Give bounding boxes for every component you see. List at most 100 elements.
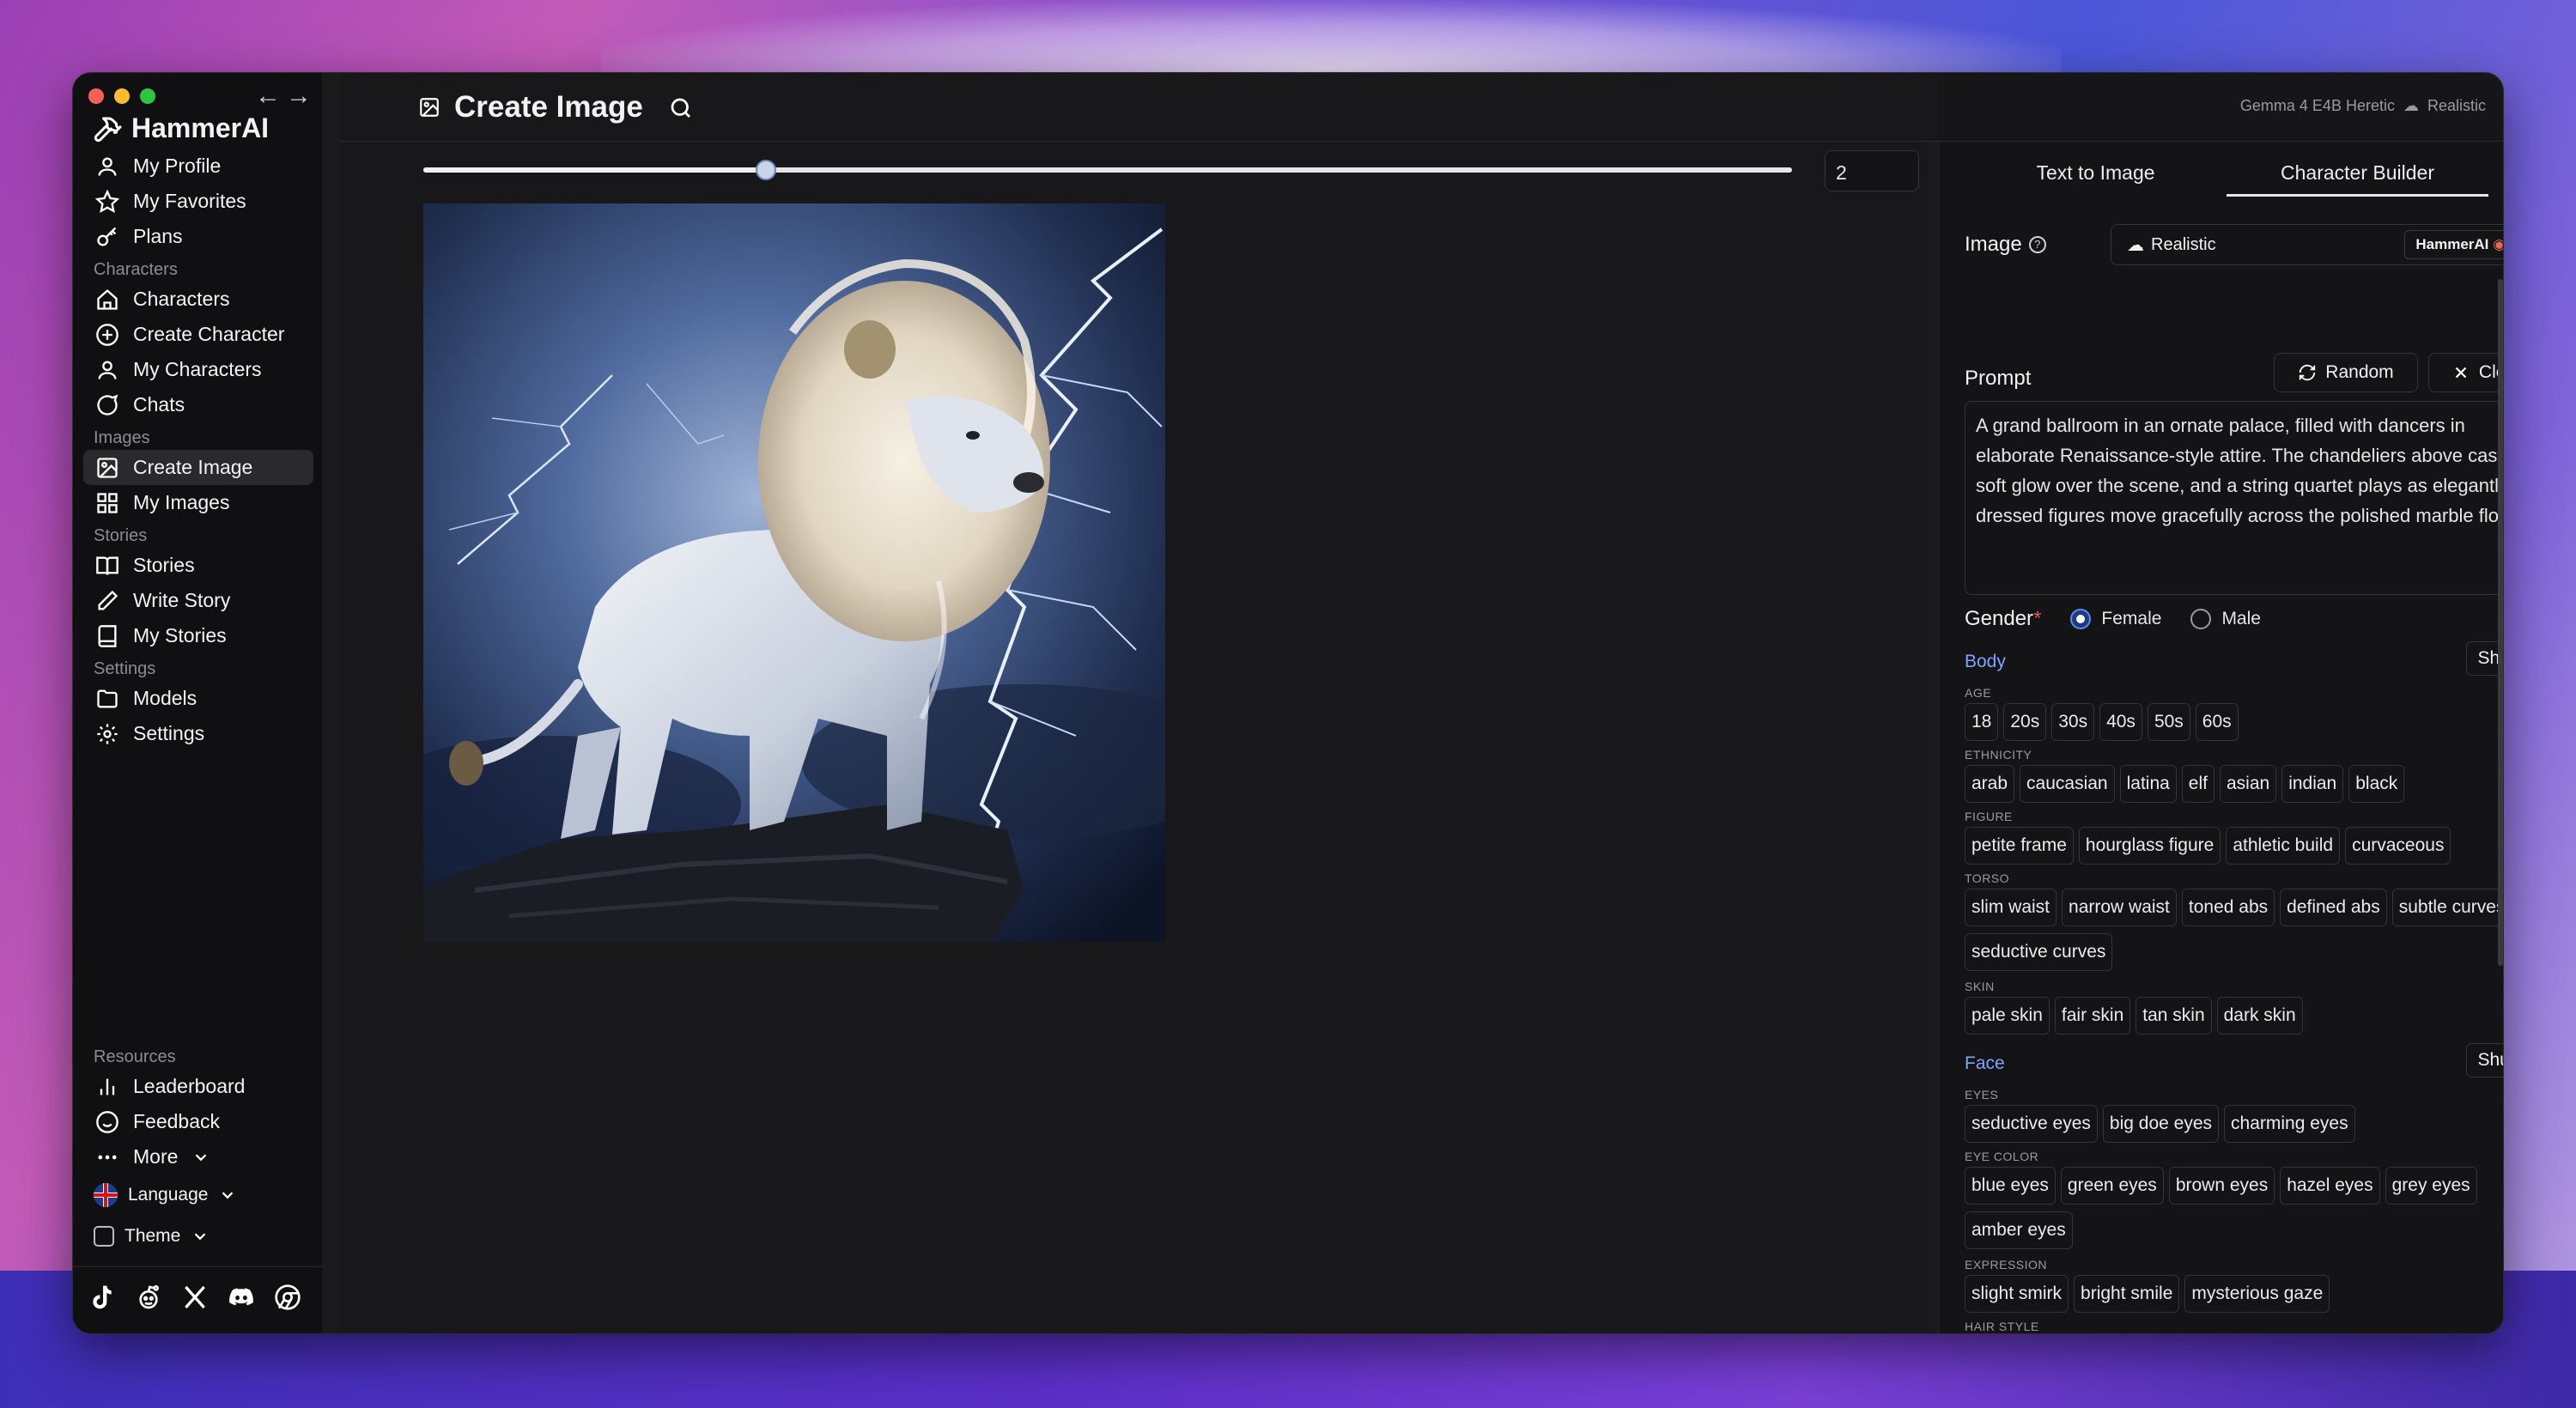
- theme-checkbox[interactable]: [94, 1226, 114, 1247]
- image-count-slider[interactable]: [423, 160, 1792, 180]
- sidebar-item-my-characters[interactable]: My Characters: [83, 352, 313, 387]
- option-chip[interactable]: defined abs: [2280, 889, 2387, 926]
- option-chip[interactable]: black: [2348, 765, 2405, 803]
- panel-resize-handle[interactable]: [1928, 142, 1938, 1333]
- sidebar-item-plans[interactable]: Plans: [83, 219, 313, 254]
- reddit-icon[interactable]: [135, 1284, 162, 1311]
- language-dropdown[interactable]: Language: [83, 1174, 313, 1216]
- smile-icon: [96, 1110, 118, 1133]
- option-chip[interactable]: 20s: [2003, 703, 2047, 741]
- tiktok-icon[interactable]: [88, 1284, 116, 1311]
- figure-category-label: FIGURE: [1965, 810, 2013, 823]
- tab-text-to-image[interactable]: Text to Image: [1965, 152, 2227, 197]
- eye-color-chips: blue eyes green eyes brown eyes hazel eyes g…: [1965, 1167, 2503, 1249]
- sidebar-item-leaderboard[interactable]: Leaderboard: [83, 1069, 313, 1104]
- option-chip[interactable]: slim waist: [1965, 889, 2057, 926]
- chrome-icon[interactable]: [274, 1284, 301, 1311]
- option-chip[interactable]: blue eyes: [1965, 1167, 2056, 1205]
- option-chip[interactable]: athletic build: [2226, 827, 2341, 865]
- history-nav-arrows[interactable]: ←→: [255, 82, 317, 111]
- option-chip[interactable]: seductive curves: [1965, 933, 2113, 971]
- search-icon[interactable]: [668, 95, 694, 121]
- sidebar-item-feedback[interactable]: Feedback: [83, 1104, 313, 1139]
- gender-male-radio[interactable]: Male: [2190, 609, 2261, 629]
- option-chip[interactable]: tan skin: [2136, 997, 2212, 1035]
- sidebar-item-my-favorites[interactable]: My Favorites: [83, 184, 313, 219]
- option-chip[interactable]: green eyes: [2060, 1167, 2164, 1205]
- tab-character-builder[interactable]: Character Builder: [2227, 152, 2488, 197]
- generated-image[interactable]: [423, 203, 1165, 942]
- prompt-textarea[interactable]: A grand ballroom in an ornate palace, fi…: [1965, 401, 2503, 595]
- option-chip[interactable]: subtle curves: [2391, 889, 2503, 926]
- x-icon[interactable]: [181, 1284, 209, 1311]
- theme-dropdown[interactable]: Theme: [83, 1216, 313, 1257]
- maximize-window-button[interactable]: [140, 88, 155, 104]
- panel-tabs: Text to Image Character Builder: [1965, 152, 2488, 197]
- option-chip[interactable]: indian: [2281, 765, 2344, 803]
- brand[interactable]: HammerAI: [92, 112, 269, 144]
- option-chip[interactable]: latina: [2119, 765, 2177, 803]
- sidebar-item-my-profile[interactable]: My Profile: [83, 149, 313, 184]
- face-shuffle-button[interactable]: Shuffle: [2466, 1043, 2503, 1077]
- help-icon[interactable]: ?: [2028, 236, 2046, 253]
- option-chip[interactable]: arab: [1965, 765, 2015, 803]
- image-model-select[interactable]: ☁ Realistic HammerAI ◉: [2111, 224, 2503, 265]
- option-chip[interactable]: 50s: [2147, 703, 2190, 741]
- sidebar-item-stories[interactable]: Stories: [83, 548, 313, 583]
- option-chip[interactable]: amber eyes: [1965, 1211, 2073, 1249]
- sidebar-item-models[interactable]: Models: [83, 681, 313, 716]
- random-button[interactable]: Random: [2274, 353, 2418, 392]
- close-icon: [2455, 367, 2467, 379]
- option-chip[interactable]: seductive eyes: [1965, 1105, 2098, 1143]
- option-chip[interactable]: 40s: [2099, 703, 2142, 741]
- option-chip[interactable]: 60s: [2195, 703, 2239, 741]
- option-chip[interactable]: slight smirk: [1965, 1275, 2069, 1313]
- option-chip[interactable]: curvaceous: [2345, 827, 2451, 865]
- option-chip[interactable]: hazel eyes: [2280, 1167, 2380, 1205]
- provider-name: HammerAI: [2415, 236, 2489, 252]
- minimize-window-button[interactable]: [114, 88, 130, 104]
- sidebar-item-create-character[interactable]: Create Character: [83, 317, 313, 352]
- slider-handle[interactable]: [755, 160, 776, 180]
- option-chip[interactable]: asian: [2219, 765, 2277, 803]
- sidebar-item-more[interactable]: More: [83, 1139, 313, 1174]
- option-chip[interactable]: pale skin: [1965, 997, 2050, 1035]
- sidebar-item-characters[interactable]: Characters: [83, 282, 313, 317]
- sidebar-item-settings[interactable]: Settings: [83, 716, 313, 751]
- option-chip[interactable]: big doe eyes: [2102, 1105, 2220, 1143]
- option-chip[interactable]: petite frame: [1965, 827, 2074, 865]
- option-chip[interactable]: brown eyes: [2168, 1167, 2275, 1205]
- option-chip[interactable]: narrow waist: [2062, 889, 2177, 926]
- sidebar-item-create-image[interactable]: Create Image: [83, 450, 313, 485]
- sidebar-item-label: My Profile: [133, 155, 222, 177]
- option-chip[interactable]: hourglass figure: [2078, 827, 2221, 865]
- option-chip[interactable]: fair skin: [2054, 997, 2131, 1035]
- option-chip[interactable]: 18: [1965, 703, 1999, 741]
- option-chip[interactable]: grey eyes: [2385, 1167, 2477, 1205]
- option-chip[interactable]: caucasian: [2020, 765, 2115, 803]
- star-icon: [95, 189, 119, 213]
- clear-button[interactable]: Clear: [2428, 353, 2503, 392]
- theme-label: Theme: [125, 1226, 181, 1246]
- sidebar-item-my-stories[interactable]: My Stories: [83, 618, 313, 653]
- sidebar-section-images: Images: [94, 428, 150, 447]
- option-chip[interactable]: 30s: [2051, 703, 2095, 741]
- provider-badge: HammerAI ◉: [2404, 230, 2503, 259]
- gender-female-radio[interactable]: Female: [2070, 609, 2161, 629]
- option-chip[interactable]: elf: [2181, 765, 2215, 803]
- discord-icon[interactable]: [228, 1284, 255, 1311]
- sidebar-item-chats[interactable]: Chats: [83, 387, 313, 422]
- sidebar-item-write-story[interactable]: Write Story: [83, 583, 313, 618]
- option-chip[interactable]: bright smile: [2074, 1275, 2180, 1313]
- key-icon: [97, 227, 117, 246]
- sidebar-item-my-images[interactable]: My Images: [83, 485, 313, 520]
- option-chip[interactable]: charming eyes: [2224, 1105, 2355, 1143]
- user-icon: [98, 157, 117, 176]
- torso-chips: slim waist narrow waist toned abs defined a…: [1965, 889, 2503, 971]
- image-count-input[interactable]: 2: [1825, 150, 1919, 191]
- close-window-button[interactable]: [88, 88, 104, 104]
- option-chip[interactable]: dark skin: [2216, 997, 2303, 1035]
- panel-scrollbar[interactable]: [2498, 279, 2503, 966]
- option-chip[interactable]: toned abs: [2181, 889, 2275, 926]
- option-chip[interactable]: mysterious gaze: [2184, 1275, 2330, 1313]
